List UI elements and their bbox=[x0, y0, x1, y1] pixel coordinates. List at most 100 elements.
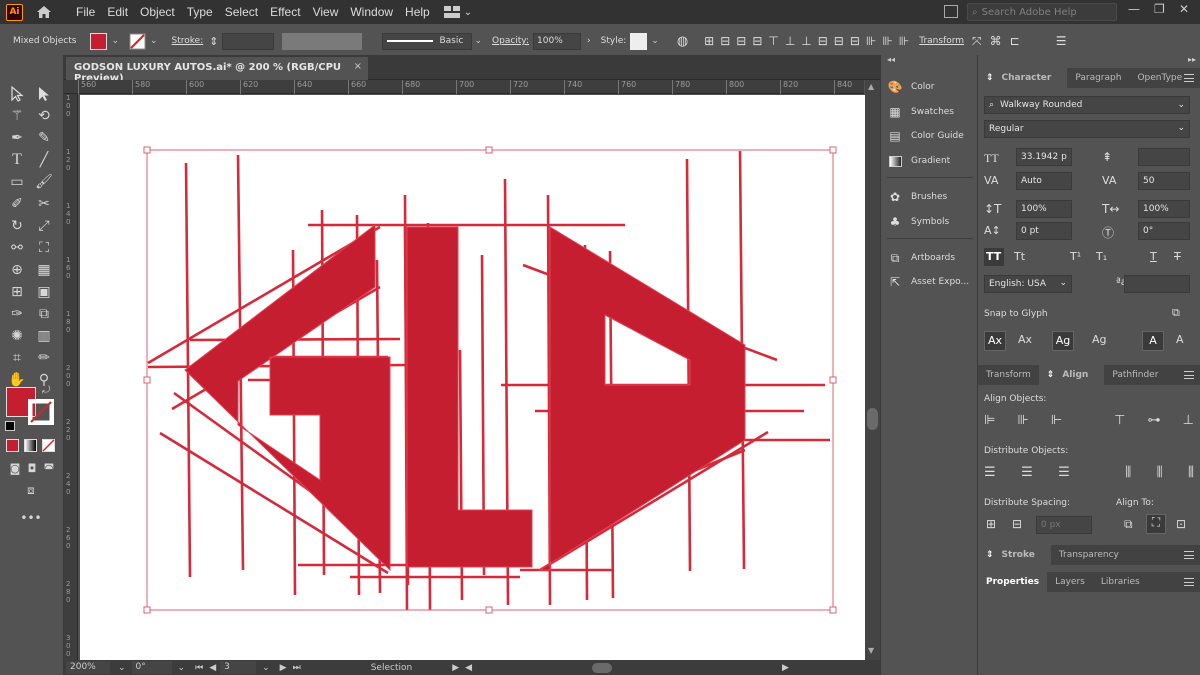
menu-view[interactable]: View bbox=[307, 5, 345, 19]
close-tab-icon[interactable]: × bbox=[354, 61, 362, 72]
rotate-tool-icon[interactable]: ↻ bbox=[6, 216, 28, 236]
pathfinder-icon[interactable]: ⊏ bbox=[1010, 34, 1020, 48]
line-segment-tool-icon[interactable]: ╱ bbox=[33, 150, 55, 170]
distribute-right-icon[interactable]: ⫼ bbox=[1188, 465, 1194, 480]
swap-fill-stroke-icon[interactable]: ⤾ bbox=[42, 385, 50, 396]
color-mode-icon[interactable] bbox=[6, 439, 19, 452]
menu-effect[interactable]: Effect bbox=[264, 5, 306, 19]
superscript-icon[interactable]: T¹ bbox=[1070, 250, 1081, 263]
curvature-tool-icon[interactable]: ✎ bbox=[33, 128, 55, 148]
panel-menu-icon[interactable] bbox=[1184, 551, 1194, 559]
restore-icon[interactable]: ❐ bbox=[1154, 2, 1165, 16]
menu-select[interactable]: Select bbox=[219, 5, 264, 19]
column-graph-tool-icon[interactable]: ▥ bbox=[33, 326, 55, 346]
transform-label[interactable]: Transform bbox=[919, 36, 964, 46]
menu-object[interactable]: Object bbox=[134, 5, 181, 19]
pen-tool-icon[interactable]: ✒ bbox=[6, 128, 28, 148]
scroll-right-icon[interactable]: ▶ bbox=[782, 663, 789, 673]
arrange-panels-icon[interactable] bbox=[944, 5, 958, 18]
type-tool-icon[interactable]: T bbox=[6, 150, 28, 170]
previous-artboard-icon[interactable]: ◀ bbox=[209, 663, 216, 673]
symbol-sprayer-tool-icon[interactable]: ✺ bbox=[6, 326, 28, 346]
dock-item-artboards[interactable]: ⧉ Artboards bbox=[887, 247, 975, 269]
stroke-color-box[interactable] bbox=[28, 399, 54, 425]
small-caps-icon[interactable]: Tt bbox=[1014, 250, 1025, 263]
free-transform-tool-icon[interactable]: ⛶ bbox=[33, 238, 55, 258]
direct-selection-tool-icon[interactable] bbox=[33, 84, 55, 104]
horizontal-scale-field[interactable]: 100% bbox=[1138, 200, 1190, 218]
mesh-tool-icon[interactable]: ⊞ bbox=[6, 282, 28, 302]
perspective-grid-tool-icon[interactable]: ▦ bbox=[33, 260, 55, 280]
warp-tool-icon[interactable]: ⚯ bbox=[6, 238, 28, 258]
chevron-down-icon[interactable]: ⌄ bbox=[111, 36, 119, 46]
scroll-left-icon[interactable]: ◀ bbox=[465, 663, 472, 673]
horizontal-spacing-icon[interactable]: ⊟ bbox=[1012, 517, 1022, 531]
chevron-down-icon[interactable]: ⌄ bbox=[118, 663, 126, 673]
recolor-artwork-icon[interactable]: ◍ bbox=[677, 34, 688, 49]
tab-pathfinder[interactable]: Pathfinder bbox=[1104, 365, 1166, 385]
default-colors-icon[interactable] bbox=[5, 421, 15, 431]
graphic-style-swatch[interactable] bbox=[630, 32, 648, 50]
chevron-down-icon[interactable]: ⌄ bbox=[474, 36, 482, 46]
subscript-icon[interactable]: T₁ bbox=[1096, 250, 1107, 263]
fill-swatch[interactable] bbox=[90, 32, 108, 50]
draw-inside-icon[interactable]: ◚ bbox=[38, 458, 60, 478]
dock-item-gradient[interactable]: Gradient bbox=[887, 150, 975, 172]
align-bottom-icon[interactable]: ⊥ bbox=[1183, 413, 1194, 428]
snap-proximity-icon[interactable]: Ag bbox=[1092, 333, 1107, 346]
align-to-artboard-icon[interactable]: ⛶ bbox=[1146, 514, 1166, 534]
distribute-hcenter-icon[interactable]: ⫼ bbox=[1157, 465, 1163, 480]
dock-item-asset-export[interactable]: ⇱ Asset Expo... bbox=[887, 271, 975, 293]
stroke-stepper-icon[interactable]: ⇕ bbox=[209, 35, 218, 48]
first-artboard-icon[interactable]: ⏮ bbox=[195, 663, 203, 673]
paintbrush-tool-icon[interactable]: 🖌 bbox=[33, 172, 55, 192]
more-tools-icon[interactable]: ••• bbox=[20, 508, 42, 528]
shaper-tool-icon[interactable]: ✐ bbox=[6, 194, 28, 214]
strikethrough-icon[interactable]: T bbox=[1174, 250, 1181, 263]
scroll-down-icon[interactable]: ▼ bbox=[868, 646, 874, 655]
gradient-tool-icon[interactable]: ▣ bbox=[33, 282, 55, 302]
shape-builder-tool-icon[interactable]: ⊕ bbox=[6, 260, 28, 280]
gradient-mode-icon[interactable] bbox=[24, 439, 37, 452]
scroll-up-icon[interactable]: ▲ bbox=[868, 82, 874, 91]
tracking-field[interactable]: 50 bbox=[1138, 172, 1190, 190]
font-size-field[interactable]: 33.1942 p bbox=[1016, 148, 1072, 166]
vertical-ruler[interactable]: 100 120 140 160 180 200 220 240 260 280 300 bbox=[64, 94, 78, 660]
snap-xheight-icon[interactable]: Ax bbox=[1018, 333, 1032, 346]
font-family-field[interactable]: ⌕ Walkway Rounded ⌄ bbox=[984, 96, 1190, 114]
workspace-switcher[interactable]: ⌄ bbox=[443, 6, 472, 18]
horizontal-ruler[interactable]: 560 580 600 620 640 660 680 700 720 740 760 780 800 8… bbox=[64, 80, 864, 94]
zoom-field[interactable]: 200% bbox=[66, 661, 110, 674]
tab-transparency[interactable]: Transparency bbox=[1051, 545, 1127, 565]
align-right-icon[interactable]: ⊩ bbox=[1051, 413, 1062, 428]
distribute-vcenter-icon[interactable]: ☰ bbox=[1021, 465, 1033, 480]
more-options-icon[interactable]: ☰ bbox=[1056, 34, 1067, 48]
edit-group-icon[interactable]: ⌘ bbox=[990, 34, 1002, 48]
font-style-field[interactable]: Regular ⌄ bbox=[984, 120, 1190, 138]
status-menu-icon[interactable]: ▶ bbox=[452, 663, 459, 673]
menu-type[interactable]: Type bbox=[181, 5, 219, 19]
snap-baseline-icon[interactable]: Ax bbox=[984, 331, 1006, 351]
snap-options-icon[interactable]: ⧉ bbox=[1172, 306, 1180, 320]
collapse-arrows-icon[interactable]: ◂◂ bbox=[887, 55, 895, 64]
snap-glyph-bounds-icon[interactable]: Ag bbox=[1052, 331, 1074, 351]
underline-icon[interactable]: T bbox=[1150, 250, 1157, 263]
slice-tool-icon[interactable]: ✏ bbox=[33, 348, 55, 368]
chevron-down-icon[interactable]: ⌄ bbox=[262, 663, 270, 673]
baseline-shift-field[interactable]: 0 pt bbox=[1016, 222, 1072, 240]
minimize-icon[interactable]: — bbox=[1128, 2, 1140, 16]
tab-libraries[interactable]: Libraries bbox=[1093, 572, 1148, 592]
rectangle-tool-icon[interactable]: ▭ bbox=[6, 172, 28, 192]
kerning-field[interactable]: Auto bbox=[1016, 172, 1072, 190]
tab-layers[interactable]: Layers bbox=[1047, 572, 1093, 592]
tab-character[interactable]: ⇕ Character bbox=[978, 68, 1068, 88]
none-mode-icon[interactable] bbox=[42, 439, 55, 452]
dock-item-color[interactable]: 🎨 Color bbox=[887, 76, 975, 98]
distribute-top-icon[interactable]: ☰ bbox=[984, 465, 996, 480]
collapse-panel-icon[interactable]: ▸▸ bbox=[1188, 55, 1196, 64]
menu-window[interactable]: Window bbox=[344, 5, 399, 19]
align-controls-icons[interactable]: ⊞⊟⊟⊟⊤⊥⊥⊟⊟⊟⊪⊪⊪ bbox=[704, 34, 915, 48]
chevron-right-icon[interactable]: › bbox=[587, 36, 591, 46]
artboard-tool-icon[interactable]: ⌗ bbox=[6, 348, 28, 368]
dock-item-color-guide[interactable]: ▤ Color Guide bbox=[887, 125, 975, 147]
